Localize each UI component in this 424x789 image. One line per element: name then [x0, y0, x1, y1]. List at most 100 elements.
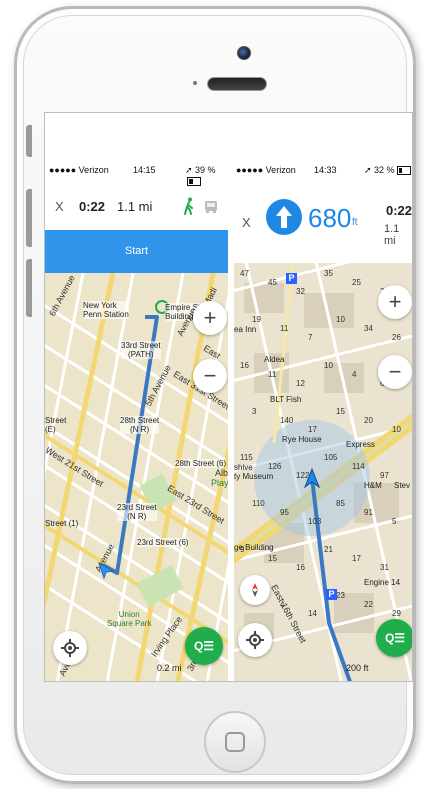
house-number: 22	[364, 600, 373, 609]
compass-icon	[61, 639, 79, 657]
house-number: 114	[352, 462, 365, 471]
screen: ●●●●● Verizon 14:15 ➚ 39 % X 0:22 1.1 mi…	[44, 112, 413, 682]
house-number: 45	[268, 278, 277, 287]
house-number: 3	[252, 407, 257, 416]
house-number: 97	[380, 471, 389, 480]
navigation-pane: ●●●●● Verizon 14:33 ➚ 32 % X 680 ft 0:22…	[234, 113, 412, 681]
house-number: 29	[392, 609, 401, 618]
next-turn-distance: 680	[308, 203, 352, 233]
zoom-out-button-right[interactable]: −	[378, 355, 412, 389]
house-number: 11	[268, 370, 277, 379]
walk-mode-icon[interactable]	[183, 197, 195, 215]
home-square-icon	[225, 732, 245, 752]
house-number: 15	[268, 554, 277, 563]
nav-header: X 680 ft 0:22 1.1 mi	[234, 185, 412, 255]
parking-icon: P	[326, 589, 337, 600]
map-label-playground: Playg	[211, 478, 228, 488]
house-number: 12	[296, 379, 305, 388]
volume-down-button	[26, 259, 32, 317]
map-label-alb: Alb	[215, 468, 228, 478]
map-label-33rd: 33rd Street (PATH)	[121, 341, 161, 359]
remaining-duration: 0:22	[386, 203, 412, 218]
remaining-distance: 1.1 mi	[384, 223, 400, 247]
map-label-23rd-nr: 23rd Street (N R)	[117, 503, 157, 521]
clock-right: 14:33	[314, 165, 337, 175]
clock: 14:15	[133, 165, 156, 175]
menu-button-right[interactable]: Q☰	[376, 619, 412, 657]
close-button-right[interactable]: X	[242, 215, 251, 230]
house-number: 4	[280, 600, 285, 609]
mute-switch	[26, 125, 32, 157]
map-label-street-e: Street (E)	[45, 416, 67, 434]
house-number: 110	[252, 499, 265, 508]
map-scale-right: 200 ft	[346, 663, 369, 673]
compass-button-right[interactable]	[238, 623, 272, 657]
house-number: 11	[280, 324, 289, 333]
north-arrow-icon	[252, 583, 258, 597]
house-number: 16	[296, 563, 305, 572]
house-number: 35	[324, 269, 333, 278]
start-button[interactable]: Start	[45, 230, 228, 273]
north-compass-button[interactable]	[240, 575, 270, 605]
list-icon: Q☰	[384, 631, 406, 645]
map-view[interactable]: New York Penn Station Empire State Build…	[45, 273, 228, 681]
house-number: 10	[392, 425, 401, 434]
route-distance: 1.1 mi	[117, 199, 153, 214]
speaker-grille	[207, 77, 267, 91]
zoom-in-button[interactable]: +	[193, 301, 227, 335]
house-number: 17	[352, 554, 361, 563]
house-number: 140	[280, 416, 294, 425]
house-number: 10	[324, 361, 333, 370]
house-number: 91	[364, 508, 373, 517]
house-number: 31	[380, 563, 389, 572]
status-bar-right: ●●●●● Verizon 14:33 ➚ 32 %	[234, 165, 412, 179]
compass-button[interactable]	[53, 631, 87, 665]
house-number: 47	[240, 269, 249, 278]
map-scale: 0.2 mi	[157, 663, 182, 673]
menu-button[interactable]: Q☰	[185, 627, 223, 665]
position-arrow-icon-right	[304, 468, 320, 488]
camera-icon	[237, 46, 251, 60]
house-number: 20	[364, 416, 373, 425]
battery-icon	[187, 177, 201, 187]
house-number: 7	[308, 333, 313, 342]
house-number: 15	[336, 407, 345, 416]
house-number: 126	[268, 462, 282, 471]
car-mode-icon[interactable]	[203, 198, 219, 214]
status-bar: ●●●●● Verizon 14:15 ➚ 39 %	[45, 165, 228, 187]
map-label-28th-nr: 28th Street (N R)	[120, 416, 160, 434]
carrier-right: ●●●●● Verizon	[236, 165, 296, 175]
battery-percent-right: 32 %	[374, 165, 395, 175]
house-number: 10	[336, 315, 345, 324]
house-number: 19	[252, 315, 261, 324]
battery-icon-right	[396, 166, 411, 176]
list-icon: Q☰	[193, 639, 215, 653]
route-overview-pane: ●●●●● Verizon 14:15 ➚ 39 % X 0:22 1.1 mi…	[45, 113, 228, 681]
house-number: 34	[364, 324, 373, 333]
house-numbers: 4745323525221911710342616111210463140171…	[234, 263, 412, 681]
map-label-penn: New York Penn Station	[83, 301, 129, 319]
battery-status-right: ➚ 32 %	[364, 165, 411, 176]
house-number: 5	[392, 517, 397, 526]
carrier: ●●●●● Verizon	[49, 165, 109, 175]
house-number: 32	[296, 287, 305, 296]
home-button[interactable]	[204, 711, 266, 773]
zoom-in-button-right[interactable]: +	[378, 285, 412, 319]
volume-up-button	[26, 189, 32, 247]
house-number: 21	[324, 545, 333, 554]
route-header: X 0:22 1.1 mi	[45, 193, 228, 223]
house-number: 23	[336, 591, 345, 600]
close-button[interactable]: X	[55, 199, 64, 214]
direction-arrow-circle	[266, 199, 302, 235]
battery-status: ➚ 39 %	[185, 165, 228, 187]
house-number: 95	[280, 508, 289, 517]
compass-icon	[246, 631, 264, 649]
map-label-street-1: Street (1)	[45, 519, 79, 528]
house-number: 103	[308, 517, 322, 526]
house-number: 9	[240, 545, 245, 554]
zoom-out-button[interactable]: −	[193, 359, 227, 393]
map-view-right[interactable]: ea Inn Aldea BLT Fish Rye House Express …	[234, 263, 412, 681]
house-number: 105	[324, 453, 338, 462]
house-number: 14	[308, 609, 317, 618]
house-number: 16	[240, 361, 249, 370]
